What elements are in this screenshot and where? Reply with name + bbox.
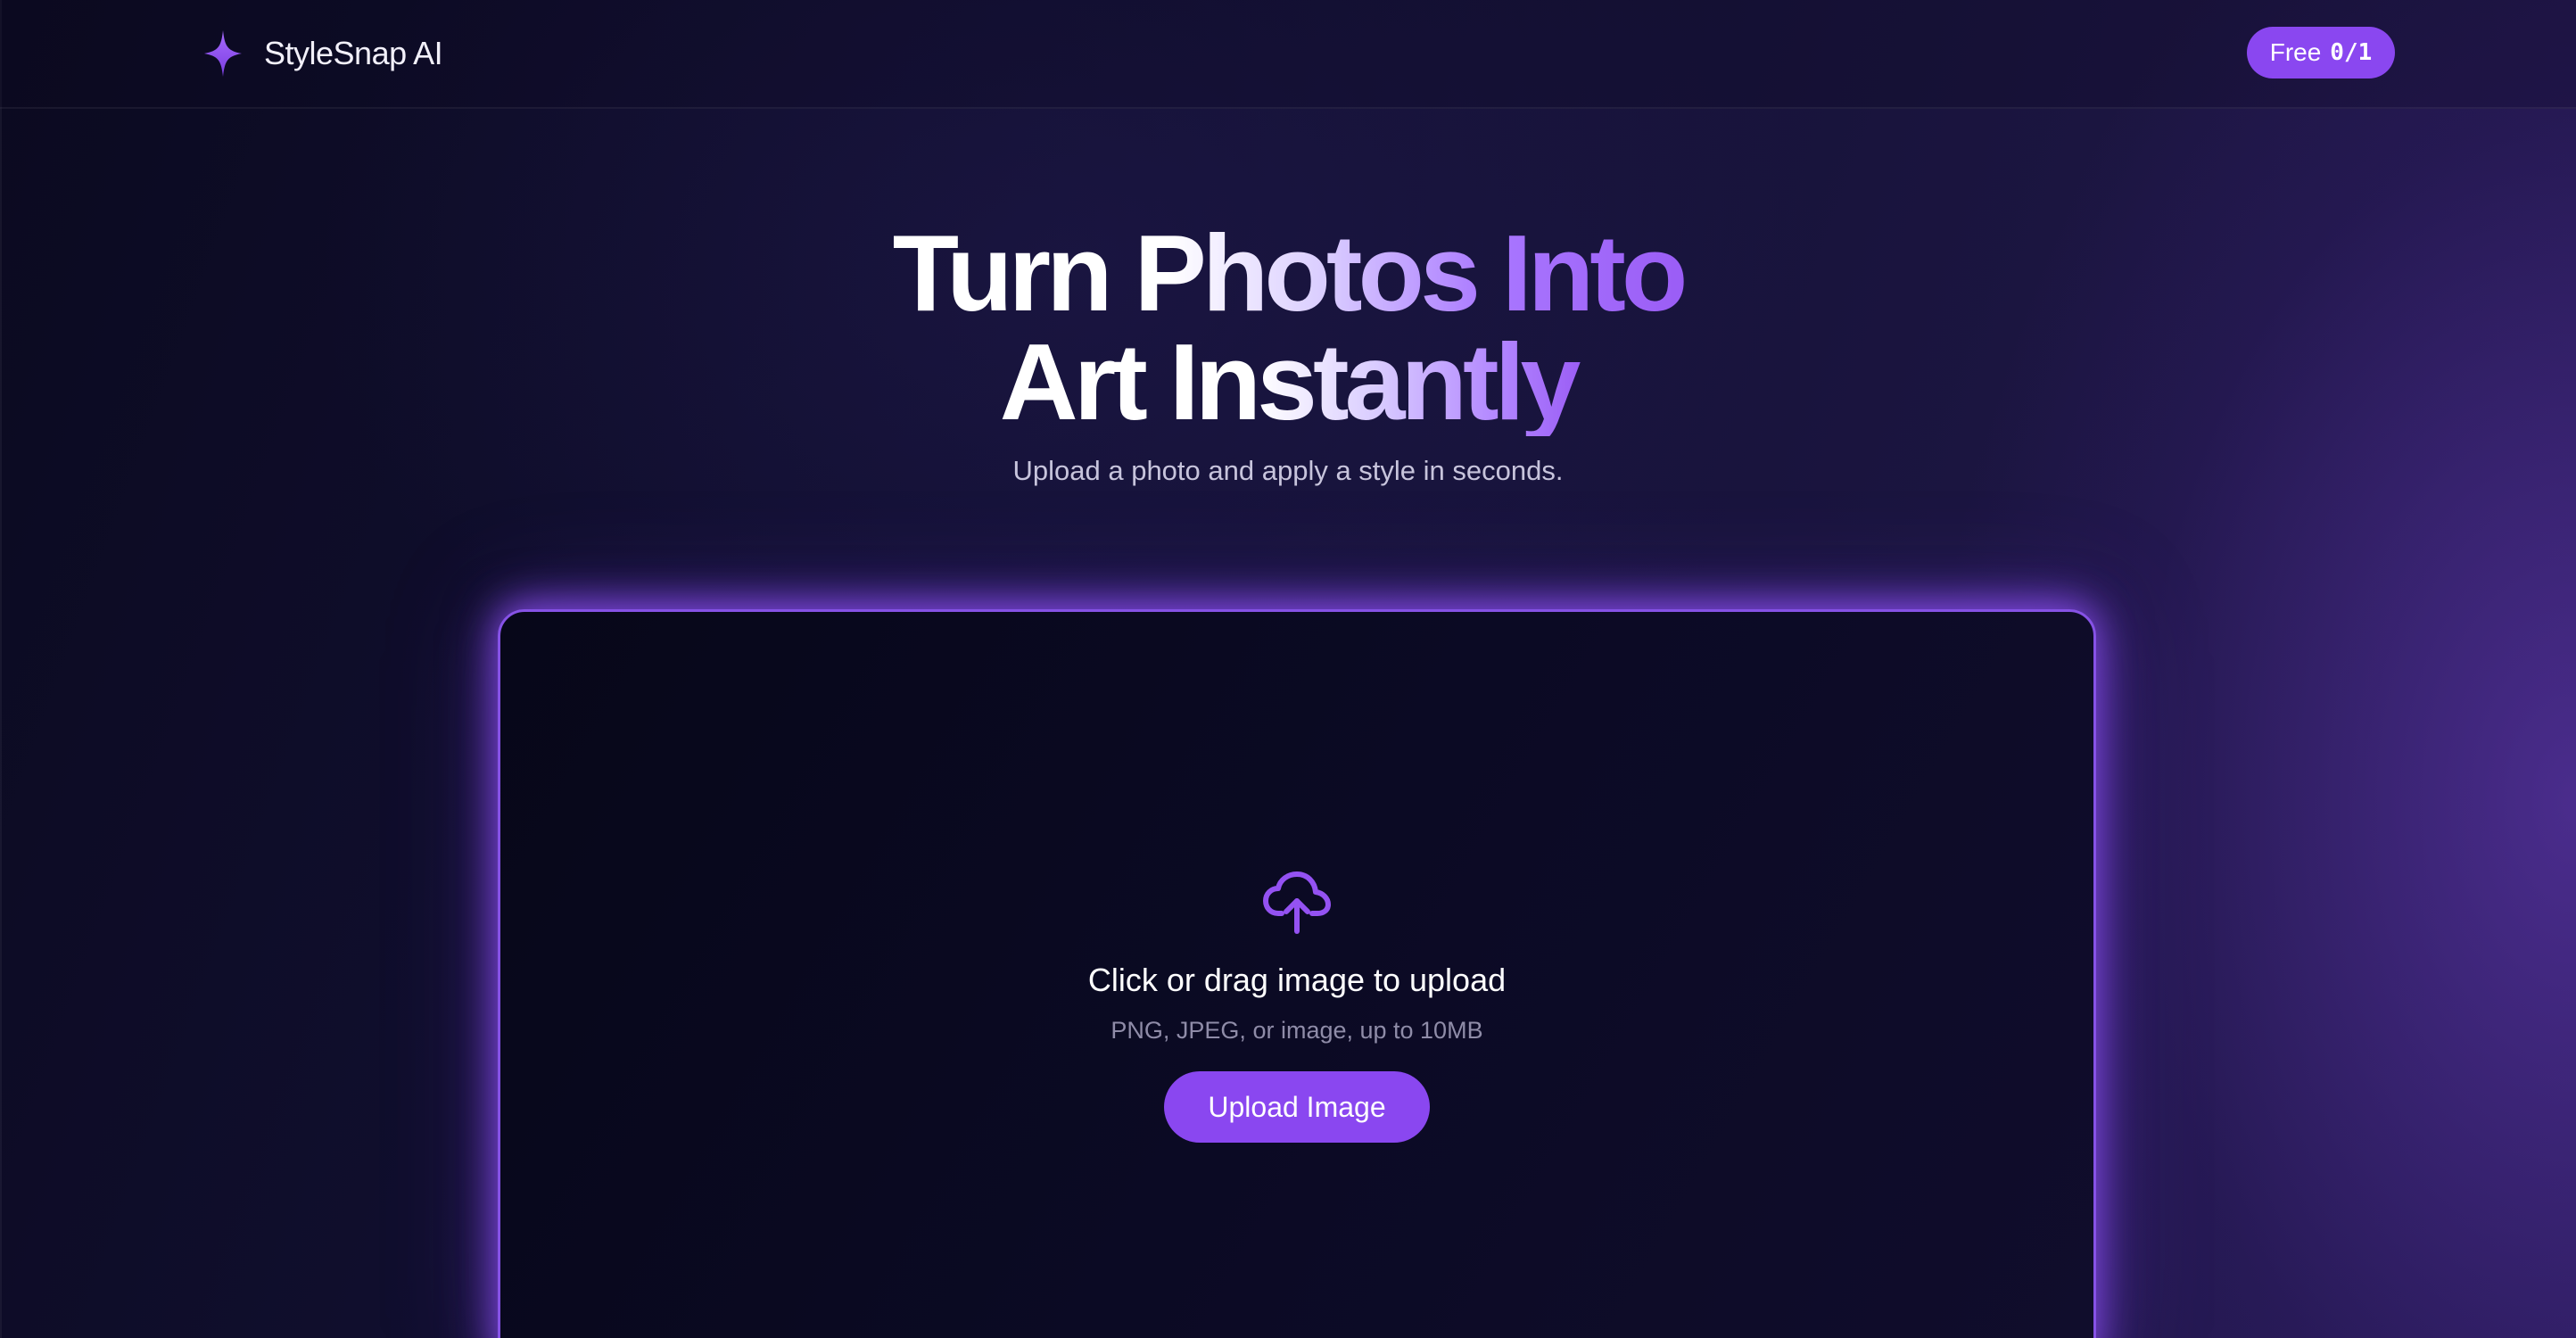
upload-content: Click or drag image to upload PNG, JPEG,… [500,871,2093,1143]
upload-hint: PNG, JPEG, or image, up to 10MB [1110,1017,1483,1044]
cloud-upload-icon [1262,871,1332,935]
upload-title: Click or drag image to upload [1087,962,1507,998]
hero-title: Turn Photos Into Art Instantly [0,219,2576,436]
hero-subtitle: Upload a photo and apply a style in seco… [1012,455,1564,486]
sparkle-icon [202,27,244,80]
free-count: 0/1 [2330,39,2373,66]
free-label: Free [2269,38,2322,66]
hero-title-line2: Art Instantly [993,327,1584,436]
brand-name: StyleSnap AI [264,35,443,71]
brand-logo[interactable]: StyleSnap AI [202,27,443,80]
hero-title-line1: Turn Photos Into [886,219,1691,327]
upload-image-button[interactable]: Upload Image [1164,1071,1430,1143]
free-credits-badge[interactable]: Free 0/1 [2247,27,2395,78]
upload-dropzone[interactable]: Click or drag image to upload PNG, JPEG,… [498,609,2096,1338]
top-navbar: StyleSnap AI Free 0/1 [0,0,2576,109]
